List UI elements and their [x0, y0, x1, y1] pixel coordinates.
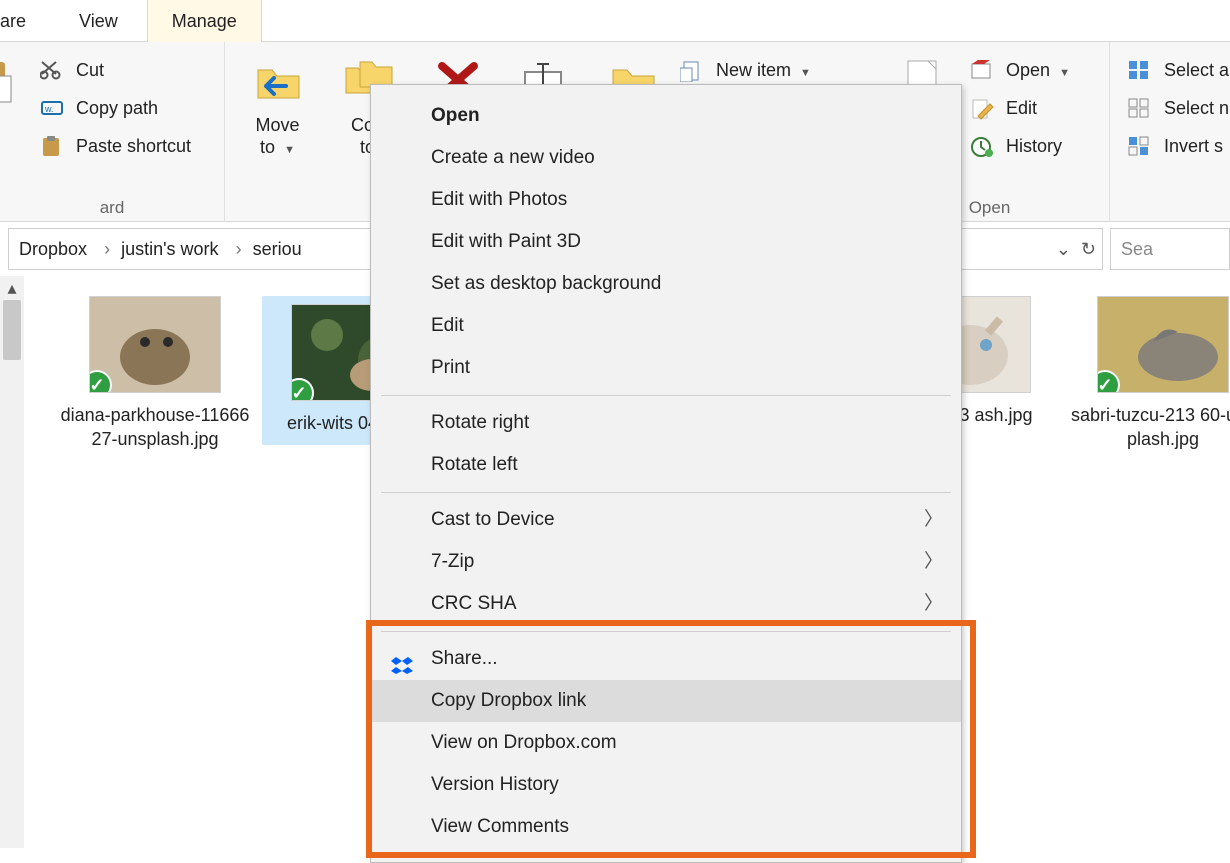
ctx-view-on-dropbox[interactable]: View on Dropbox.com [371, 722, 961, 764]
file-item[interactable]: ✓ diana-parkhouse-1166627-unsplash.jpg [60, 296, 250, 451]
chevron-right-icon: 〉 [924, 541, 943, 583]
scroll-thumb[interactable] [3, 300, 21, 360]
open-button[interactable]: Open ▼ [970, 56, 1070, 84]
paste-shortcut-icon [40, 136, 64, 166]
ctx-cast[interactable]: Cast to Device〉 [371, 499, 961, 541]
paste-label: te [0, 114, 35, 136]
ctx-edit[interactable]: Edit [371, 305, 961, 347]
select-all-button[interactable]: Select a [1128, 56, 1229, 84]
chevron-right-icon[interactable]: › [236, 239, 242, 259]
file-name: diana-parkhouse-1166627-unsplash.jpg [60, 403, 250, 451]
select-none-button[interactable]: Select n [1128, 94, 1229, 122]
scroll-up-button[interactable]: ▴ [0, 276, 24, 300]
move-to-icon [235, 52, 320, 108]
select-none-icon [1128, 98, 1150, 126]
ctx-separator [381, 631, 951, 632]
file-thumbnail: ✓ [1097, 296, 1229, 393]
ctx-rotate-left[interactable]: Rotate left [371, 444, 961, 486]
ctx-7zip[interactable]: 7-Zip〉 [371, 541, 961, 583]
open-icon [970, 60, 994, 88]
ctx-copy-dropbox-link[interactable]: Copy Dropbox link [371, 680, 961, 722]
breadcrumb-dropdown[interactable]: ⌄ [1056, 229, 1071, 269]
ctx-open[interactable]: Open [371, 95, 961, 137]
paste-button[interactable]: te [0, 52, 35, 136]
move-to-button[interactable]: Move to ▼ [235, 52, 320, 161]
ctx-create-video[interactable]: Create a new video [371, 137, 961, 179]
breadcrumb-item-2[interactable]: seriou [253, 239, 302, 259]
ctx-edit-paint3d[interactable]: Edit with Paint 3D [371, 221, 961, 263]
chevron-right-icon: 〉 [924, 583, 943, 625]
tab-manage[interactable]: Manage [147, 0, 262, 44]
invert-selection-icon [1128, 136, 1150, 164]
ctx-version-history[interactable]: Version History [371, 764, 961, 806]
paste-shortcut-button[interactable]: Paste shortcut [40, 132, 191, 160]
breadcrumb-item-0[interactable]: Dropbox [19, 239, 87, 259]
ctx-print[interactable]: Print [371, 347, 961, 389]
ctx-separator [381, 395, 951, 396]
new-item-button[interactable]: New item ▼ [680, 56, 811, 84]
group-select-caption: Sele [1110, 198, 1230, 218]
scissors-icon [40, 60, 64, 88]
ctx-share[interactable]: Share... [371, 638, 961, 680]
ctx-rotate-right[interactable]: Rotate right [371, 402, 961, 444]
svg-text:w.: w. [44, 104, 54, 114]
ribbon-tabs: are View Manage [0, 0, 1230, 42]
file-item[interactable]: ✓ sabri-tuzcu-213 60-unsplash.jpg [1068, 296, 1230, 451]
vertical-scrollbar[interactable]: ▴ [0, 276, 24, 848]
edit-icon [970, 98, 994, 128]
refresh-button[interactable]: ↻ [1081, 229, 1096, 269]
copy-path-icon: w. [40, 98, 64, 126]
search-input[interactable]: Sea [1110, 228, 1230, 270]
history-icon [970, 136, 994, 166]
chevron-right-icon[interactable]: › [104, 239, 110, 259]
edit-button[interactable]: Edit [970, 94, 1037, 122]
history-button[interactable]: History [970, 132, 1062, 160]
group-select: Select a Select n Invert s Sele [1110, 42, 1230, 222]
ctx-set-background[interactable]: Set as desktop background [371, 263, 961, 305]
copy-path-button[interactable]: w. Copy path [40, 94, 158, 122]
invert-selection-button[interactable]: Invert s [1128, 132, 1223, 160]
ctx-view-comments[interactable]: View Comments [371, 806, 961, 848]
select-all-icon [1128, 60, 1150, 88]
context-menu: Open Create a new video Edit with Photos… [370, 84, 962, 863]
file-name: sabri-tuzcu-213 60-unsplash.jpg [1068, 403, 1230, 451]
paste-icon [0, 52, 35, 108]
tab-share[interactable]: are [0, 0, 50, 42]
group-clipboard: te Cut w. Copy path Paste shortcut ard [0, 42, 225, 222]
chevron-right-icon: 〉 [924, 499, 943, 541]
ctx-separator [381, 492, 951, 493]
breadcrumb-item-1[interactable]: justin's work [121, 239, 218, 259]
file-thumbnail: ✓ [89, 296, 221, 393]
ctx-crc-sha[interactable]: CRC SHA〉 [371, 583, 961, 625]
move-to-label: Move to ▼ [235, 114, 320, 161]
tab-view[interactable]: View [55, 0, 142, 42]
ctx-edit-photos[interactable]: Edit with Photos [371, 179, 961, 221]
group-clipboard-caption: ard [0, 198, 224, 218]
cut-button[interactable]: Cut [40, 56, 104, 84]
